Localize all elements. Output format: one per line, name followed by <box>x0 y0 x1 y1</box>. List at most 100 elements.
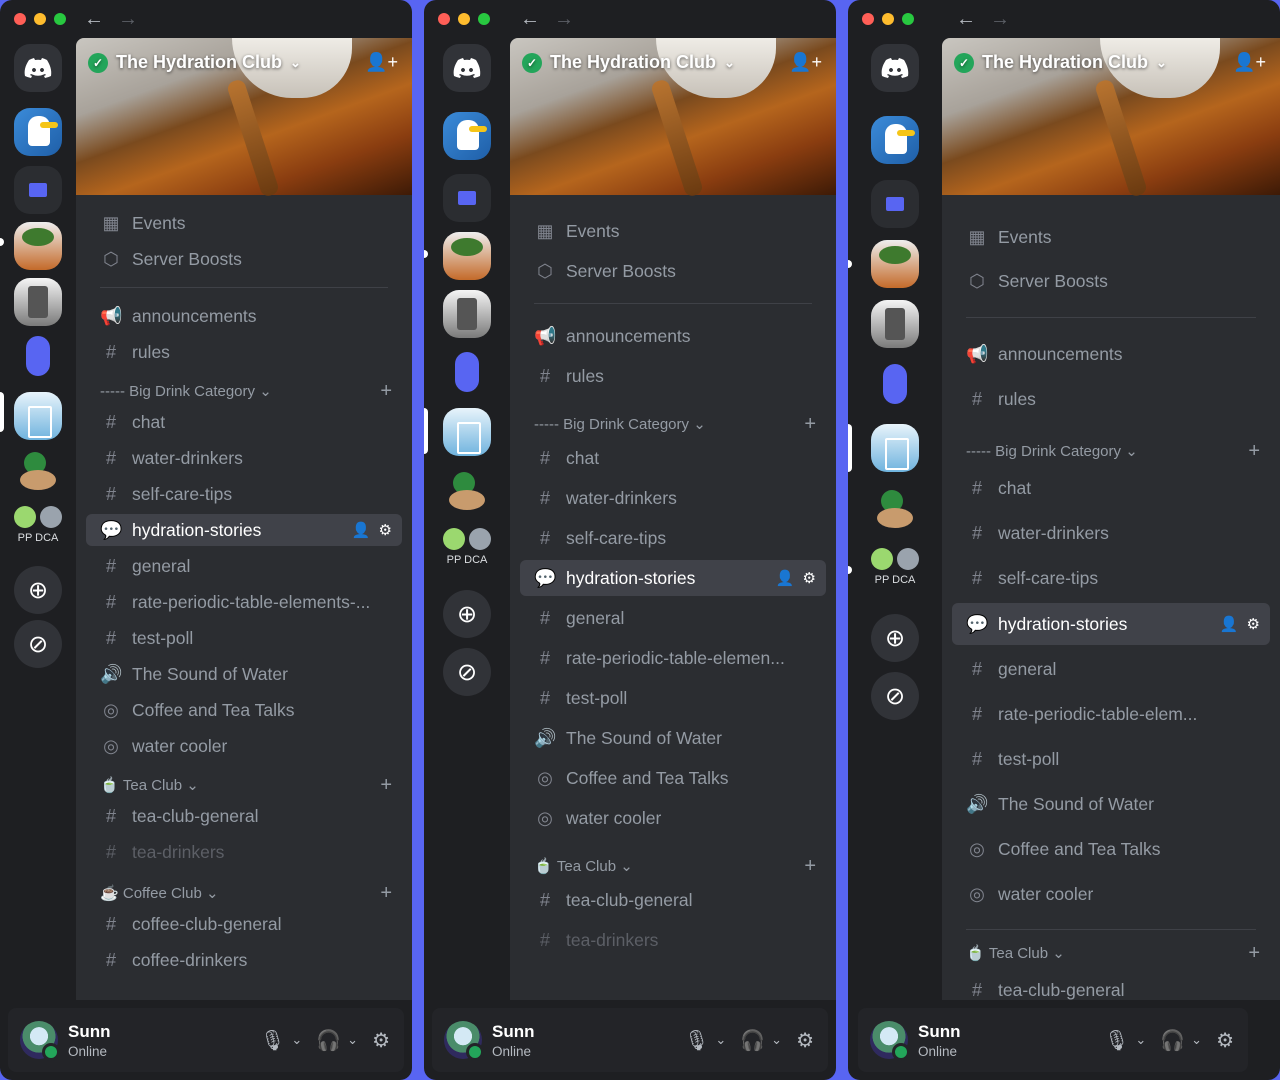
events-item[interactable]: ▦ Events <box>520 211 826 251</box>
avatar[interactable] <box>20 1021 60 1061</box>
channel-rate-periodic-table[interactable]: # rate-periodic-table-elements-... <box>86 584 402 620</box>
channel-tea-club-general[interactable]: # tea-club-general <box>952 968 1270 1000</box>
forward-arrow-icon[interactable]: → <box>990 8 1010 30</box>
server-icon-bird[interactable] <box>871 116 919 164</box>
dual-server-folder[interactable]: PP DCA <box>10 506 66 544</box>
back-arrow-icon[interactable]: ← <box>84 8 104 30</box>
server-icon-water[interactable] <box>14 392 62 440</box>
chevron-down-icon[interactable]: ⌄ <box>1135 1032 1146 1048</box>
maximize-window-button[interactable] <box>54 13 66 25</box>
channel-tea-drinkers[interactable]: # tea-drinkers <box>86 834 402 870</box>
server-boosts-item[interactable]: ⬡ Server Boosts <box>952 259 1270 303</box>
headphones-icon[interactable]: 🎧 <box>316 1028 341 1053</box>
channel-general[interactable]: # general <box>520 598 826 638</box>
add-channel-icon[interactable]: + <box>380 882 392 905</box>
channel-sound-of-water[interactable]: 🔊 The Sound of Water <box>520 718 826 758</box>
channel-coffee-tea-talks[interactable]: ◎ Coffee and Tea Talks <box>86 692 402 728</box>
chevron-down-icon[interactable]: ⌄ <box>771 1032 782 1048</box>
invite-people-icon[interactable]: 👤+ <box>789 52 822 73</box>
server-icon-duck[interactable] <box>14 448 62 496</box>
channel-general[interactable]: # general <box>86 548 402 584</box>
add-server-button[interactable]: ⊕ <box>443 590 491 638</box>
chevron-down-icon[interactable]: ⌄ <box>715 1032 726 1048</box>
server-icon-moka[interactable] <box>443 290 491 338</box>
channel-water-cooler[interactable]: ◎ water cooler <box>520 798 826 838</box>
gear-icon[interactable]: ⚙ <box>1216 1028 1234 1053</box>
back-arrow-icon[interactable]: ← <box>956 8 976 30</box>
explore-servers-button[interactable]: ⊘ <box>871 672 919 720</box>
category-tea-club[interactable]: 🍵 Tea Club ⌄ + <box>520 852 826 880</box>
category-coffee-club[interactable]: ☕ Coffee Club ⌄ + <box>86 880 402 906</box>
server-folder[interactable] <box>871 180 919 228</box>
server-icon-duck[interactable] <box>443 468 491 516</box>
channel-rules[interactable]: # rules <box>86 334 402 370</box>
explore-servers-button[interactable]: ⊘ <box>443 648 491 696</box>
server-icon-duck[interactable] <box>871 486 919 534</box>
minimize-window-button[interactable] <box>34 13 46 25</box>
gear-icon[interactable]: ⚙ <box>1247 615 1260 633</box>
minimize-window-button[interactable] <box>458 13 470 25</box>
add-channel-icon[interactable]: + <box>380 774 392 797</box>
channel-coffee-tea-talks[interactable]: ◎ Coffee and Tea Talks <box>520 758 826 798</box>
gear-icon[interactable]: ⚙ <box>372 1028 390 1053</box>
gear-icon[interactable]: ⚙ <box>803 569 816 587</box>
microphone-icon[interactable]: 🎙 <box>1104 1028 1129 1053</box>
chevron-down-icon[interactable]: ⌄ <box>347 1032 358 1048</box>
server-folder[interactable] <box>14 166 62 214</box>
channel-water-drinkers[interactable]: # water-drinkers <box>520 478 826 518</box>
headphones-icon[interactable]: 🎧 <box>1160 1028 1185 1053</box>
server-icon-bird[interactable] <box>14 108 62 156</box>
chevron-down-icon[interactable]: ⌄ <box>1191 1032 1202 1048</box>
invite-people-icon[interactable]: 👤+ <box>1233 52 1266 73</box>
channel-chat[interactable]: # chat <box>86 404 402 440</box>
server-name-button[interactable]: ✓ The Hydration Club ⌄ <box>522 52 735 73</box>
channel-rate-periodic-table[interactable]: # rate-periodic-table-elem... <box>952 692 1270 737</box>
server-icon-plants[interactable] <box>871 240 919 288</box>
channel-self-care-tips[interactable]: # self-care-tips <box>520 518 826 558</box>
channel-rules[interactable]: # rules <box>952 377 1270 422</box>
category-big-drink[interactable]: ----- Big Drink Category ⌄ + <box>520 410 826 438</box>
category-tea-club[interactable]: 🍵 Tea Club ⌄ + <box>86 772 402 798</box>
channel-announcements[interactable]: 📢 announcements <box>86 298 402 334</box>
avatar[interactable] <box>444 1021 484 1061</box>
discord-home-button[interactable] <box>14 44 62 92</box>
category-big-drink[interactable]: ----- Big Drink Category ⌄ + <box>86 378 402 404</box>
channel-hydration-stories[interactable]: 💬 hydration-stories 👤 ⚙ <box>520 560 826 596</box>
category-tea-club[interactable]: 🍵 Tea Club ⌄ + <box>952 938 1270 968</box>
back-arrow-icon[interactable]: ← <box>520 8 540 30</box>
server-icon-water[interactable] <box>443 408 491 456</box>
channel-test-poll[interactable]: # test-poll <box>86 620 402 656</box>
discord-home-button[interactable] <box>871 44 919 92</box>
channel-coffee-tea-talks[interactable]: ◎ Coffee and Tea Talks <box>952 827 1270 872</box>
gear-icon[interactable]: ⚙ <box>796 1028 814 1053</box>
microphone-icon[interactable]: 🎙 <box>260 1028 285 1053</box>
events-item[interactable]: ▦ Events <box>86 205 402 241</box>
explore-servers-button[interactable]: ⊘ <box>14 620 62 668</box>
dual-server-folder[interactable]: PP DCA <box>867 548 923 586</box>
category-big-drink[interactable]: ----- Big Drink Category ⌄ + <box>952 436 1270 466</box>
forward-arrow-icon[interactable]: → <box>554 8 574 30</box>
channel-chat[interactable]: # chat <box>520 438 826 478</box>
channel-hydration-stories[interactable]: 💬 hydration-stories 👤 ⚙ <box>952 603 1270 645</box>
server-icon-plants[interactable] <box>443 232 491 280</box>
close-window-button[interactable] <box>862 13 874 25</box>
avatar[interactable] <box>870 1021 910 1061</box>
server-boosts-item[interactable]: ⬡ Server Boosts <box>86 241 402 277</box>
server-icon-mascot[interactable] <box>443 348 491 396</box>
channel-coffee-drinkers[interactable]: # coffee-drinkers <box>86 942 402 978</box>
server-icon-plants[interactable] <box>14 222 62 270</box>
server-icon-water[interactable] <box>871 424 919 472</box>
channel-tea-club-general[interactable]: # tea-club-general <box>86 798 402 834</box>
add-channel-icon[interactable]: + <box>380 380 392 403</box>
close-window-button[interactable] <box>438 13 450 25</box>
channel-rate-periodic-table[interactable]: # rate-periodic-table-elemen... <box>520 638 826 678</box>
channel-test-poll[interactable]: # test-poll <box>520 678 826 718</box>
channel-sound-of-water[interactable]: 🔊 The Sound of Water <box>86 656 402 692</box>
channel-coffee-club-general[interactable]: # coffee-club-general <box>86 906 402 942</box>
add-channel-icon[interactable]: + <box>1248 942 1260 965</box>
minimize-window-button[interactable] <box>882 13 894 25</box>
maximize-window-button[interactable] <box>902 13 914 25</box>
channel-water-cooler[interactable]: ◎ water cooler <box>86 728 402 764</box>
chevron-down-icon[interactable]: ⌄ <box>291 1032 302 1048</box>
channel-water-drinkers[interactable]: # water-drinkers <box>952 511 1270 556</box>
